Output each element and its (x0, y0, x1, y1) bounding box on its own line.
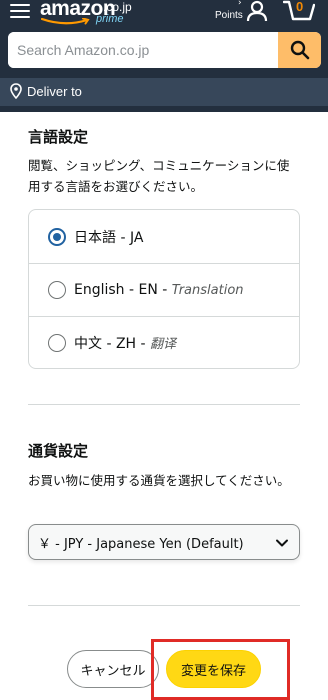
language-option-label: 中文 - ZH - 翻译 (74, 336, 177, 352)
radio-ja[interactable] (48, 227, 66, 246)
language-option-label: 日本語 - JA (74, 229, 144, 246)
location-pin-icon (10, 83, 22, 99)
section-divider (28, 404, 300, 405)
deliver-to-bar: Deliver to (0, 78, 328, 106)
search-bar (8, 32, 321, 68)
language-option-zh[interactable]: 中文 - ZH - 翻译 (29, 316, 299, 369)
language-settings-title: 言語設定 (28, 128, 89, 146)
language-option-ja[interactable]: 日本語 - JA (29, 210, 299, 263)
search-input[interactable] (8, 32, 278, 68)
currency-settings-description: お買い物に使用する通貨を選択してください。 (28, 473, 290, 488)
hamburger-menu-icon[interactable] (10, 2, 30, 20)
language-options: 日本語 - JA English - EN - Translation 中文 -… (28, 209, 300, 369)
currency-select-value: ￥ - JPY - Japanese Yen (Default) (38, 536, 244, 552)
language-option-label: English - EN - Translation (74, 282, 244, 298)
search-button[interactable] (278, 32, 321, 68)
deliver-to-label: Deliver to (27, 83, 82, 99)
radio-zh[interactable] (48, 334, 66, 352)
section-divider (28, 605, 300, 606)
account-icon[interactable] (246, 0, 268, 22)
cart-count: 0 (296, 0, 304, 14)
logo-tld: .co.jp (103, 0, 132, 14)
amazon-logo[interactable]: amazon .co.jp prime (40, 0, 135, 29)
logo-smile-icon (41, 18, 90, 25)
logo-prime: prime (96, 13, 124, 25)
top-bar: amazon .co.jp prime › Points 0 (0, 0, 328, 30)
currency-select[interactable]: ￥ - JPY - Japanese Yen (Default) (28, 524, 300, 560)
top-header: amazon .co.jp prime › Points 0 Search Am… (0, 0, 328, 112)
radio-en[interactable] (48, 281, 66, 299)
points-chevron-icon: › (238, 0, 242, 8)
cancel-button[interactable]: キャンセル (67, 650, 159, 688)
points-label[interactable]: Points (215, 10, 243, 21)
save-changes-button[interactable]: 変更を保存 (166, 650, 261, 688)
chevron-down-icon (276, 539, 288, 547)
search-icon (290, 40, 309, 60)
language-settings-description: 閲覧、ショッピング、コミュニケーションに使用する言語をお選びください。 (28, 158, 290, 194)
language-option-en[interactable]: English - EN - Translation (29, 263, 299, 316)
currency-settings-title: 通貨設定 (28, 442, 89, 460)
deliver-to-link[interactable]: Deliver to (10, 83, 82, 99)
